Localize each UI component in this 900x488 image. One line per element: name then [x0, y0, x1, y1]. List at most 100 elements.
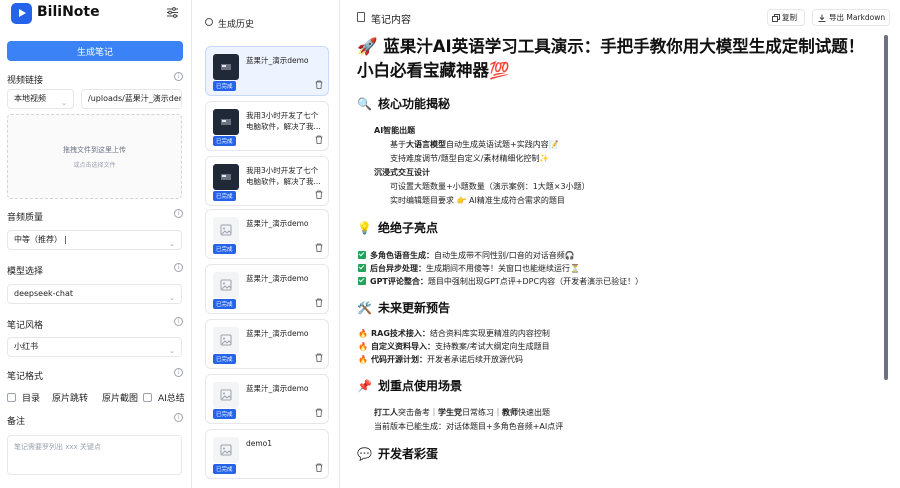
note-scrollbar[interactable] — [884, 35, 888, 380]
status-badge: 已完成 — [213, 244, 236, 254]
note-heading: 🚀 蓝果汁AI英语学习工具演示：手把手教你用大模型生成定制试题！小白必看宝藏神器… — [357, 37, 865, 80]
check-icon — [358, 264, 366, 272]
history-item-title: 蓝果汁_演示demo — [246, 274, 309, 283]
info-icon[interactable]: i — [174, 317, 183, 326]
copy-label: 复制 — [782, 13, 797, 22]
status-badge: 已完成 — [213, 409, 236, 419]
status-badge: 已完成 — [213, 464, 236, 474]
source-select-value: 本地视频 — [14, 94, 46, 103]
document-icon — [357, 12, 365, 22]
note-title: 笔记内容 — [371, 15, 411, 26]
list-item: 实时编辑题目要求 👉 AI精准生成符合需求的题目 — [390, 196, 565, 205]
quality-select-value: 中等（推荐） — [14, 235, 62, 244]
history-item[interactable]: 蓝果汁_演示demo 已完成 — [205, 374, 329, 424]
app-name: BiliNote — [37, 4, 100, 20]
section-heading: 🛠️ 未来更新预告 — [357, 301, 450, 315]
history-item[interactable]: 蓝果汁_演示demo 已完成 — [205, 209, 329, 259]
history-item[interactable]: 蓝果汁_演示demo 已完成 — [205, 46, 329, 96]
trash-icon[interactable] — [315, 80, 323, 89]
format-checkbox-jump[interactable]: 原片跳转 — [52, 391, 88, 404]
video-link-label: 视频链接 — [7, 76, 44, 86]
list-item: 可设置大题数量+小题数量（演示案例：1大题×3小题） — [390, 182, 590, 191]
status-badge: 已完成 — [213, 299, 236, 309]
image-placeholder-icon — [213, 437, 239, 463]
format-option-label: 目录 — [22, 394, 41, 404]
upload-subhint: 或点击选择文件 — [73, 162, 116, 169]
status-badge: 已完成 — [213, 354, 236, 364]
style-label: 笔记风格 — [7, 321, 44, 331]
trash-icon[interactable] — [315, 463, 323, 472]
list-item: AI智能出题 — [374, 126, 416, 135]
status-badge: 已完成 — [213, 136, 236, 146]
chevron-down-icon: ⌄ — [61, 99, 67, 107]
format-checkbox-screenshot[interactable]: 原片截图 — [102, 391, 138, 404]
list-item: 🔥 RAG技术接入：结合资料库实现更精准的内容控制 — [358, 329, 550, 338]
history-item[interactable]: 我用3小时开发了七个电脑软件，解决了我... 已完成 — [205, 156, 329, 206]
list-item: 打工人突击备考｜学生党日常练习｜教师快速出题 — [374, 408, 550, 417]
generate-note-button[interactable]: 生成笔记 — [7, 41, 183, 61]
trash-icon[interactable] — [315, 298, 323, 307]
format-checkbox-summary[interactable]: AI总结 — [143, 391, 185, 404]
fire-icon: 🔥 — [358, 342, 368, 351]
format-option-label: 原片截图 — [102, 394, 139, 404]
list-item: 🔥 自定义资料导入：支持教案/考试大纲定向生成题目 — [358, 342, 550, 351]
export-label: 导出 Markdown — [829, 13, 886, 22]
section-heading: 💬 开发者彩蛋 — [357, 447, 438, 461]
history-item-title: 我用3小时开发了七个电脑软件，解决了我... — [246, 111, 321, 131]
status-badge: 已完成 — [213, 81, 236, 91]
video-thumbnail — [213, 164, 239, 190]
upload-dropzone[interactable]: 拖拽文件到这里上传 或点击选择文件 — [7, 114, 182, 199]
history-item-title: 蓝果汁_演示demo — [246, 329, 309, 338]
chevron-down-icon: ⌄ — [169, 240, 175, 248]
fire-icon: 🔥 — [358, 329, 368, 338]
section-heading: 📌 划重点使用场景 — [357, 379, 462, 393]
download-icon — [818, 14, 826, 22]
chevron-down-icon: ⌄ — [169, 347, 175, 355]
quality-select[interactable]: 中等（推荐） | ⌄ — [7, 230, 182, 250]
video-path-input[interactable]: /uploads/蓝果汁_演示dem — [81, 89, 182, 109]
magnifier-icon: 🔍 — [357, 97, 372, 111]
format-checkbox-toc[interactable]: 目录 — [7, 391, 40, 404]
trash-icon[interactable] — [315, 243, 323, 252]
trash-icon[interactable] — [315, 135, 323, 144]
quality-label: 音频质量 — [7, 213, 44, 223]
fire-icon: 🔥 — [358, 355, 368, 364]
image-placeholder-icon — [213, 327, 239, 353]
image-placeholder-icon — [213, 272, 239, 298]
history-item[interactable]: 我用3小时开发了七个电脑软件，解决了我... 已完成 — [205, 101, 329, 151]
remark-label: 备注 — [7, 417, 26, 427]
model-label: 模型选择 — [7, 267, 44, 277]
trash-icon[interactable] — [315, 190, 323, 199]
info-icon[interactable]: i — [174, 263, 183, 272]
section-heading: 🔍 核心功能揭秘 — [357, 97, 450, 111]
format-label: 笔记格式 — [7, 372, 44, 382]
history-item[interactable]: 蓝果汁_演示demo 已完成 — [205, 264, 329, 314]
upload-hint: 拖拽文件到这里上传 — [63, 146, 126, 154]
speech-bubble-icon: 💬 — [357, 447, 372, 461]
sliders-icon[interactable] — [166, 6, 179, 19]
source-select[interactable]: 本地视频 ⌄ — [7, 89, 74, 109]
format-option-label: AI总结 — [158, 394, 185, 404]
export-markdown-button[interactable]: 导出 Markdown — [812, 9, 890, 26]
remark-textarea[interactable]: 笔记需要罗列出 xxx 关键点 — [7, 435, 182, 475]
text-cursor: | — [64, 235, 67, 244]
image-placeholder-icon — [213, 217, 239, 243]
model-select-value: deepseek-chat — [14, 289, 74, 298]
trash-icon[interactable] — [315, 408, 323, 417]
history-item[interactable]: demo1 已完成 — [205, 429, 329, 479]
settings-panel: BiliNote 生成笔记 视频链接 i 本地视频 ⌄ /uploads/蓝果汁_… — [0, 0, 192, 488]
copy-button[interactable]: 复制 — [767, 9, 805, 26]
info-icon[interactable]: i — [174, 413, 183, 422]
trash-icon[interactable] — [315, 353, 323, 362]
list-item: 多角色语音生成：自动生成带不同性别/口音的对话音频🎧 — [358, 250, 575, 261]
image-placeholder-icon — [213, 382, 239, 408]
history-item[interactable]: 蓝果汁_演示demo 已完成 — [205, 319, 329, 369]
status-badge: 已完成 — [213, 191, 236, 201]
info-icon[interactable]: i — [174, 209, 183, 218]
model-select[interactable]: deepseek-chat ⌄ — [7, 284, 182, 304]
info-icon[interactable]: i — [174, 72, 183, 81]
info-icon[interactable]: i — [174, 368, 183, 377]
style-select[interactable]: 小红书 ⌄ — [7, 337, 182, 357]
chevron-down-icon: ⌄ — [169, 294, 175, 302]
checkbox-icon — [7, 393, 16, 402]
